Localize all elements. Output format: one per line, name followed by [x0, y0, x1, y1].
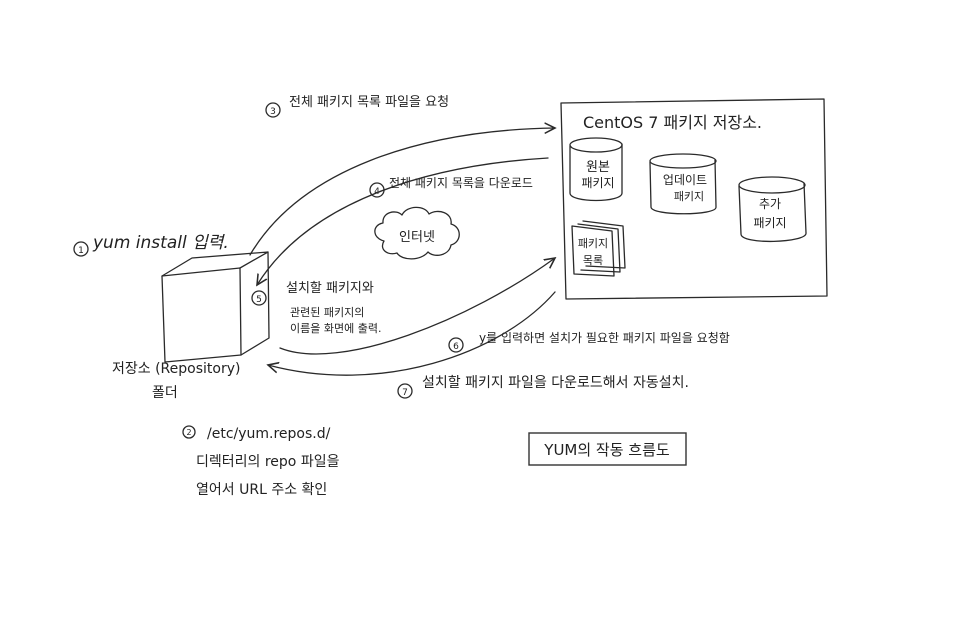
centos-repository-box: CentOS 7 패키지 저장소. 원본 패키지 업데이트 패키지 추가 패키지… — [560, 98, 828, 300]
repository-folder-cube — [161, 251, 270, 363]
step-6-text: y를 입력하면 설치가 필요한 패키지 파일을 요청함 — [479, 331, 730, 345]
svg-text:5: 5 — [256, 295, 262, 305]
step-2-line2: 디렉터리의 repo 파일을 — [196, 454, 340, 470]
step-3-label: 3 전체 패키지 목록 파일을 요청 — [265, 95, 449, 118]
step-2-line1: /etc/yum.repos.d/ — [207, 426, 331, 442]
diagram-caption: YUM의 작동 흐름도 — [528, 432, 687, 466]
step-1-text: yum install 입력. — [92, 233, 229, 253]
step-5-line1: 설치할 패키지와 — [286, 281, 374, 296]
step-7-label: 7 설치할 패키지 파일을 다운로드해서 자동설치. — [397, 375, 689, 399]
repo-folder-label-line1: 저장소 (Repository) — [112, 361, 240, 377]
svg-text:2: 2 — [186, 428, 191, 437]
extra-label-1: 추가 — [759, 197, 781, 211]
yum-flow-diagram: 1 yum install 입력. 저장소 (Repository) 폴더 2 … — [73, 95, 828, 498]
extra-label-2: 패키지 — [753, 216, 786, 230]
cube-front — [161, 267, 242, 363]
repo-folder-label-line2: 폴더 — [152, 385, 178, 401]
original-packages-db: 원본 패키지 — [569, 137, 623, 202]
update-label-2: 패키지 — [674, 190, 704, 203]
caption-text: YUM의 작동 흐름도 — [543, 441, 670, 459]
internet-label: 인터넷 — [399, 230, 435, 245]
svg-text:7: 7 — [402, 388, 408, 398]
step-7-text: 설치할 패키지 파일을 다운로드해서 자동설치. — [422, 375, 689, 391]
repo-box-title: CentOS 7 패키지 저장소. — [583, 113, 762, 132]
list-label-2: 목록 — [583, 254, 603, 267]
step-4-text: 전체 패키지 목록을 다운로드 — [389, 176, 533, 190]
step-1-label: 1 yum install 입력. — [73, 233, 229, 257]
svg-text:1: 1 — [78, 246, 84, 256]
svg-text:3: 3 — [270, 107, 276, 117]
original-label-2: 패키지 — [581, 176, 614, 190]
step-3-text: 전체 패키지 목록 파일을 요청 — [289, 95, 449, 110]
internet-cloud: 인터넷 — [374, 206, 460, 260]
list-label-1: 패키지 — [578, 237, 608, 250]
cube-top — [161, 251, 269, 277]
update-packages-db: 업데이트 패키지 — [649, 153, 717, 215]
step-6-label: 6 y를 입력하면 설치가 필요한 패키지 파일을 요청함 — [448, 331, 730, 353]
svg-text:6: 6 — [453, 342, 459, 352]
step-5-line3: 이름을 화면에 출력. — [290, 322, 381, 335]
package-list-docs: 패키지 목록 — [571, 220, 626, 277]
step-5-label: 5 설치할 패키지와 관련된 패키지의 이름을 화면에 출력. — [251, 281, 381, 335]
step-5-line2: 관련된 패키지의 — [290, 306, 364, 319]
step-2-label: 2 /etc/yum.repos.d/ 디렉터리의 repo 파일을 열어서 U… — [182, 425, 340, 498]
step-2-line3: 열어서 URL 주소 확인 — [196, 482, 327, 498]
update-label-1: 업데이트 — [663, 173, 707, 187]
extra-packages-db: 추가 패키지 — [738, 176, 807, 243]
original-label-1: 원본 — [586, 160, 610, 175]
